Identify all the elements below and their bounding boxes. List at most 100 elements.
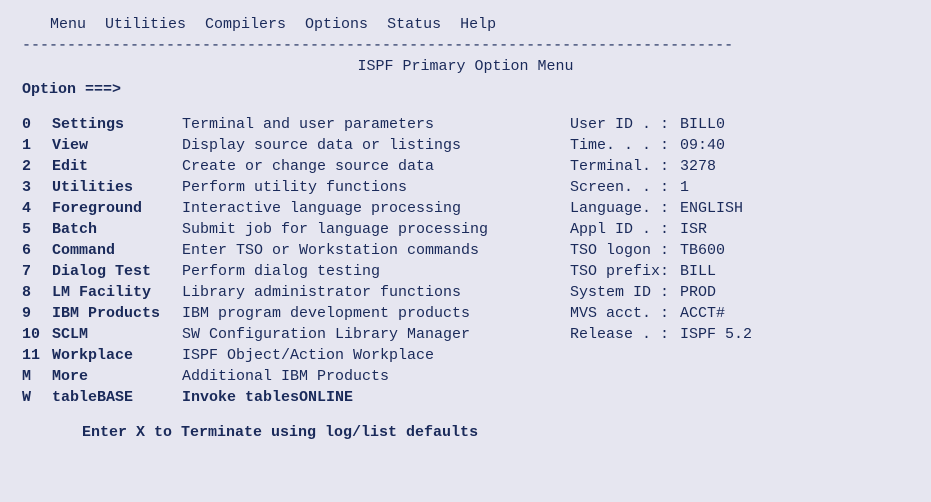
info-label: TSO logon : [570, 240, 680, 261]
option-row[interactable]: 6CommandEnter TSO or Workstation command… [22, 240, 570, 261]
info-value: 3278 [680, 156, 716, 177]
option-description: Perform dialog testing [182, 261, 380, 282]
info-label: Language. : [570, 198, 680, 219]
info-label: MVS acct. : [570, 303, 680, 324]
option-number: 10 [22, 324, 52, 345]
divider-rule: ----------------------------------------… [22, 35, 909, 56]
option-number: 4 [22, 198, 52, 219]
option-number: 2 [22, 156, 52, 177]
option-name: View [52, 135, 182, 156]
option-number: 8 [22, 282, 52, 303]
option-line: Option ===> [22, 79, 909, 100]
options-list: 0SettingsTerminal and user parameters1Vi… [22, 114, 570, 408]
option-description: Submit job for language processing [182, 219, 488, 240]
info-row: TSO logon : TB600 [570, 240, 909, 261]
option-description: Interactive language processing [182, 198, 461, 219]
info-value: 1 [680, 177, 689, 198]
option-number: 5 [22, 219, 52, 240]
option-number: M [22, 366, 52, 387]
info-row: System ID : PROD [570, 282, 909, 303]
menu-item-menu[interactable]: Menu [50, 14, 86, 35]
option-name: tableBASE [52, 387, 182, 408]
option-number: 1 [22, 135, 52, 156]
menu-item-help[interactable]: Help [460, 14, 496, 35]
option-row[interactable]: 10SCLMSW Configuration Library Manager [22, 324, 570, 345]
option-row[interactable]: 5BatchSubmit job for language processing [22, 219, 570, 240]
info-label: User ID . : [570, 114, 680, 135]
option-row[interactable]: 4ForegroundInteractive language processi… [22, 198, 570, 219]
option-name: More [52, 366, 182, 387]
option-number: 9 [22, 303, 52, 324]
footer-hint: Enter X to Terminate using log/list defa… [22, 422, 909, 443]
option-number: 11 [22, 345, 52, 366]
info-row: Appl ID . : ISR [570, 219, 909, 240]
option-number: 3 [22, 177, 52, 198]
info-row: Release . : ISPF 5.2 [570, 324, 909, 345]
option-row[interactable]: 1ViewDisplay source data or listings [22, 135, 570, 156]
info-row: TSO prefix: BILL [570, 261, 909, 282]
info-value: BILL [680, 261, 716, 282]
info-value: BILL0 [680, 114, 725, 135]
info-row: Screen. . : 1 [570, 177, 909, 198]
menubar: Menu Utilities Compilers Options Status Help [22, 14, 909, 35]
info-label: TSO prefix: [570, 261, 680, 282]
info-value: ENGLISH [680, 198, 743, 219]
option-name: Utilities [52, 177, 182, 198]
menu-item-compilers[interactable]: Compilers [205, 14, 286, 35]
option-number: 0 [22, 114, 52, 135]
option-description: Additional IBM Products [182, 366, 389, 387]
option-description: IBM program development products [182, 303, 470, 324]
option-description: Display source data or listings [182, 135, 461, 156]
info-label: Release . : [570, 324, 680, 345]
option-name: Edit [52, 156, 182, 177]
option-name: Workplace [52, 345, 182, 366]
option-number: 7 [22, 261, 52, 282]
option-description: ISPF Object/Action Workplace [182, 345, 434, 366]
info-row: Terminal. : 3278 [570, 156, 909, 177]
option-name: Settings [52, 114, 182, 135]
info-label: Terminal. : [570, 156, 680, 177]
option-name: LM Facility [52, 282, 182, 303]
menu-item-options[interactable]: Options [305, 14, 368, 35]
option-description: Library administrator functions [182, 282, 461, 303]
option-name: SCLM [52, 324, 182, 345]
info-label: Appl ID . : [570, 219, 680, 240]
option-name: IBM Products [52, 303, 182, 324]
option-row[interactable]: 3UtilitiesPerform utility functions [22, 177, 570, 198]
info-label: Time. . . : [570, 135, 680, 156]
option-row[interactable]: WtableBASEInvoke tablesONLINE [22, 387, 570, 408]
info-row: MVS acct. : ACCT# [570, 303, 909, 324]
option-input[interactable] [130, 79, 330, 100]
option-name: Dialog Test [52, 261, 182, 282]
info-row: Language. : ENGLISH [570, 198, 909, 219]
option-row[interactable]: 11WorkplaceISPF Object/Action Workplace [22, 345, 570, 366]
option-row[interactable]: 9IBM ProductsIBM program development pro… [22, 303, 570, 324]
option-row[interactable]: 8LM FacilityLibrary administrator functi… [22, 282, 570, 303]
info-value: ISPF 5.2 [680, 324, 752, 345]
info-panel: User ID . : BILL0Time. . . : 09:40Termin… [570, 114, 909, 408]
info-value: PROD [680, 282, 716, 303]
info-value: ACCT# [680, 303, 725, 324]
info-value: ISR [680, 219, 707, 240]
option-description: Terminal and user parameters [182, 114, 434, 135]
option-description: SW Configuration Library Manager [182, 324, 470, 345]
page-title: ISPF Primary Option Menu [22, 56, 909, 77]
info-value: 09:40 [680, 135, 725, 156]
info-label: System ID : [570, 282, 680, 303]
option-name: Batch [52, 219, 182, 240]
option-row[interactable]: 7Dialog TestPerform dialog testing [22, 261, 570, 282]
option-description: Enter TSO or Workstation commands [182, 240, 479, 261]
option-row[interactable]: 2EditCreate or change source data [22, 156, 570, 177]
menu-item-utilities[interactable]: Utilities [105, 14, 186, 35]
menu-item-status[interactable]: Status [387, 14, 441, 35]
option-description: Invoke tablesONLINE [182, 387, 353, 408]
option-description: Create or change source data [182, 156, 434, 177]
info-row: User ID . : BILL0 [570, 114, 909, 135]
option-prompt: Option ===> [22, 81, 121, 98]
option-number: W [22, 387, 52, 408]
info-label: Screen. . : [570, 177, 680, 198]
info-value: TB600 [680, 240, 725, 261]
option-name: Foreground [52, 198, 182, 219]
option-row[interactable]: 0SettingsTerminal and user parameters [22, 114, 570, 135]
option-row[interactable]: MMoreAdditional IBM Products [22, 366, 570, 387]
